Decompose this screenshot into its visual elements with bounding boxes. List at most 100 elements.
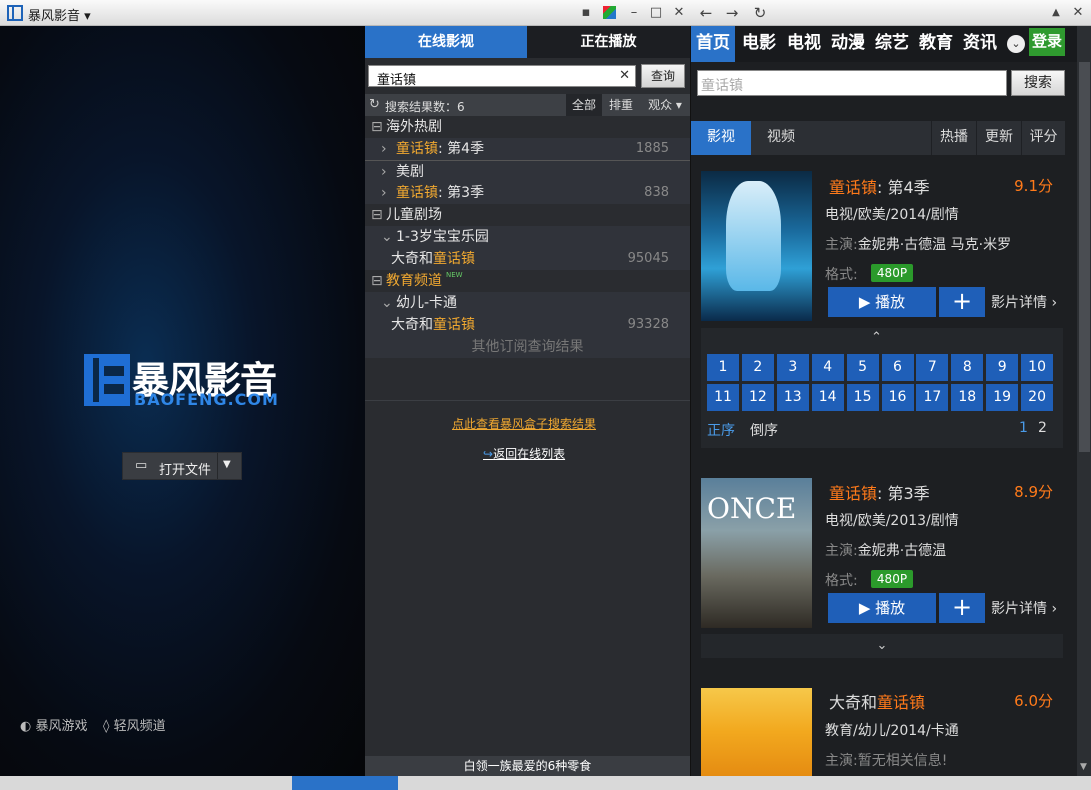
- nav-education[interactable]: 教育: [914, 26, 958, 62]
- back-icon[interactable]: ←: [698, 5, 714, 21]
- episode-button[interactable]: 17: [916, 384, 949, 411]
- episode-button[interactable]: 3: [776, 354, 809, 381]
- filter-dedupe[interactable]: 排重: [603, 94, 639, 116]
- play-button[interactable]: ▶ 播放: [828, 287, 936, 317]
- box-search-link[interactable]: 点此查看暴风盒子搜索结果: [452, 415, 596, 432]
- video-area[interactable]: 暴风影音 BAOFENG.COM ▭ 打开文件 ▼ ◐ 暴风游戏 ◊ 轻风频道: [0, 26, 365, 776]
- detail-link[interactable]: 影片详情 ›: [991, 598, 1057, 618]
- add-button[interactable]: +: [939, 593, 985, 623]
- sort-hot[interactable]: 热播: [931, 121, 976, 155]
- open-file-label: 打开文件: [159, 463, 212, 478]
- clear-icon[interactable]: ✕: [619, 68, 630, 83]
- tree-group[interactable]: ⊟ 海外热剧: [365, 116, 690, 138]
- tree-group[interactable]: ⊟ 儿童剧场: [365, 204, 690, 226]
- login-button[interactable]: 登录: [1029, 28, 1065, 56]
- nav-news[interactable]: 资讯: [958, 26, 1002, 62]
- episode-button[interactable]: 18: [951, 384, 984, 411]
- back-to-list-link[interactable]: ↪返回在线列表: [483, 445, 565, 462]
- filter-audience[interactable]: 观众 ▾: [641, 94, 689, 116]
- episode-button[interactable]: 9: [986, 354, 1019, 381]
- add-button[interactable]: +: [939, 287, 985, 317]
- tree-group[interactable]: ⊟ 教育频道 NEW: [365, 270, 690, 292]
- minimize-icon[interactable]: –: [626, 5, 642, 21]
- tab-now-playing[interactable]: 正在播放: [527, 26, 690, 58]
- episode-button[interactable]: 12: [741, 384, 774, 411]
- episode-button[interactable]: 20: [1021, 384, 1054, 411]
- app-menu[interactable]: 暴风影音 ▾: [28, 5, 91, 24]
- scroll-down-icon[interactable]: ▼: [1080, 762, 1087, 772]
- close-icon[interactable]: ✕: [671, 5, 687, 21]
- play-control[interactable]: [292, 776, 398, 790]
- web-search-input[interactable]: 童话镇: [697, 70, 1007, 96]
- nav-home[interactable]: 首页: [691, 26, 735, 62]
- nav-tv[interactable]: 电视: [782, 26, 826, 62]
- card-title[interactable]: 童话镇: 第4季: [829, 174, 930, 198]
- tree-sub[interactable]: ⌄ 1-3岁宝宝乐园: [365, 226, 690, 248]
- episode-button[interactable]: 10: [1021, 354, 1054, 381]
- card-title[interactable]: 童话镇: 第3季: [829, 480, 930, 504]
- order-asc[interactable]: 正序: [707, 420, 735, 440]
- tree-leaf[interactable]: 大奇和童话镇 95045: [365, 248, 690, 270]
- tree-item[interactable]: › 童话镇: 第4季 1885: [365, 138, 690, 160]
- chevron-down-icon[interactable]: ▼: [223, 459, 231, 470]
- tree-leaf[interactable]: 大奇和童话镇 93328: [365, 314, 690, 336]
- collapse-icon[interactable]: ⌃: [871, 330, 882, 345]
- play-button[interactable]: ▶ 播放: [828, 593, 936, 623]
- games-link[interactable]: ◐ 暴风游戏: [20, 715, 88, 734]
- tree-item[interactable]: › 童话镇: 第3季 838: [365, 182, 690, 204]
- episode-button[interactable]: 16: [881, 384, 914, 411]
- baofeng-logo: 暴风影音 BAOFENG.COM: [84, 354, 284, 410]
- nav-anime[interactable]: 动漫: [826, 26, 870, 62]
- episode-button[interactable]: 8: [951, 354, 984, 381]
- card-title[interactable]: 大奇和童话镇: [829, 689, 925, 713]
- open-file-button[interactable]: ▭ 打开文件 ▼: [122, 452, 242, 480]
- tree-item[interactable]: › 美剧: [365, 160, 690, 182]
- episode-button[interactable]: 15: [846, 384, 879, 411]
- episode-button[interactable]: 2: [741, 354, 774, 381]
- refresh-icon[interactable]: ↻: [369, 97, 380, 112]
- nav-variety[interactable]: 综艺: [870, 26, 914, 62]
- episode-button[interactable]: 5: [846, 354, 879, 381]
- skin-icon[interactable]: [603, 6, 616, 19]
- ad-banner[interactable]: 白领一族最爱的6种零食: [365, 756, 690, 776]
- poster-image[interactable]: [701, 171, 812, 321]
- episode-button[interactable]: 13: [776, 384, 809, 411]
- chat-icon[interactable]: ▪: [578, 5, 594, 21]
- query-button[interactable]: 查询: [641, 64, 685, 88]
- card-meta: 电视/欧美/2014/剧情: [825, 207, 959, 223]
- sort-score[interactable]: 评分: [1021, 121, 1065, 155]
- poster-image[interactable]: [701, 688, 812, 776]
- nav-movie[interactable]: 电影: [737, 26, 781, 62]
- poster-image[interactable]: ONCE: [701, 478, 812, 628]
- episode-button[interactable]: 6: [881, 354, 914, 381]
- more-chevron-icon[interactable]: ⌄: [1007, 35, 1025, 53]
- filter-all[interactable]: 全部: [566, 94, 602, 116]
- episode-button[interactable]: 19: [986, 384, 1019, 411]
- order-desc[interactable]: 倒序: [750, 420, 778, 440]
- page-1[interactable]: 1: [1019, 420, 1028, 436]
- forward-icon[interactable]: →: [724, 5, 740, 21]
- refresh-icon[interactable]: ↻: [752, 5, 768, 21]
- tree-sub[interactable]: ⌄ 幼儿-卡通: [365, 292, 690, 314]
- expand-icon[interactable]: ⌄: [701, 634, 1063, 658]
- tab-online[interactable]: 在线影视: [365, 26, 527, 58]
- mid-search-input[interactable]: 童话镇 ✕: [368, 65, 636, 88]
- scroll-thumb[interactable]: [1079, 62, 1090, 452]
- scrollbar[interactable]: ▼: [1077, 26, 1091, 776]
- episode-button[interactable]: 4: [811, 354, 844, 381]
- other-results[interactable]: 其他订阅查询结果: [365, 336, 690, 358]
- episode-button[interactable]: 1: [707, 354, 739, 381]
- episode-button[interactable]: 14: [811, 384, 844, 411]
- page-2[interactable]: 2: [1038, 420, 1047, 436]
- web-search-button[interactable]: 搜索: [1011, 70, 1065, 96]
- detail-link[interactable]: 影片详情 ›: [991, 292, 1057, 312]
- tab-video[interactable]: 视频: [751, 121, 811, 155]
- close-panel-icon[interactable]: ✕: [1070, 5, 1086, 21]
- maximize-icon[interactable]: □: [648, 5, 664, 21]
- tab-film[interactable]: 影视: [691, 121, 751, 155]
- episode-button[interactable]: 7: [916, 354, 949, 381]
- sort-new[interactable]: 更新: [976, 121, 1021, 155]
- scroll-up-icon[interactable]: ▲: [1048, 5, 1064, 21]
- episode-button[interactable]: 11: [707, 384, 739, 411]
- light-channel-link[interactable]: ◊ 轻风频道: [103, 715, 166, 734]
